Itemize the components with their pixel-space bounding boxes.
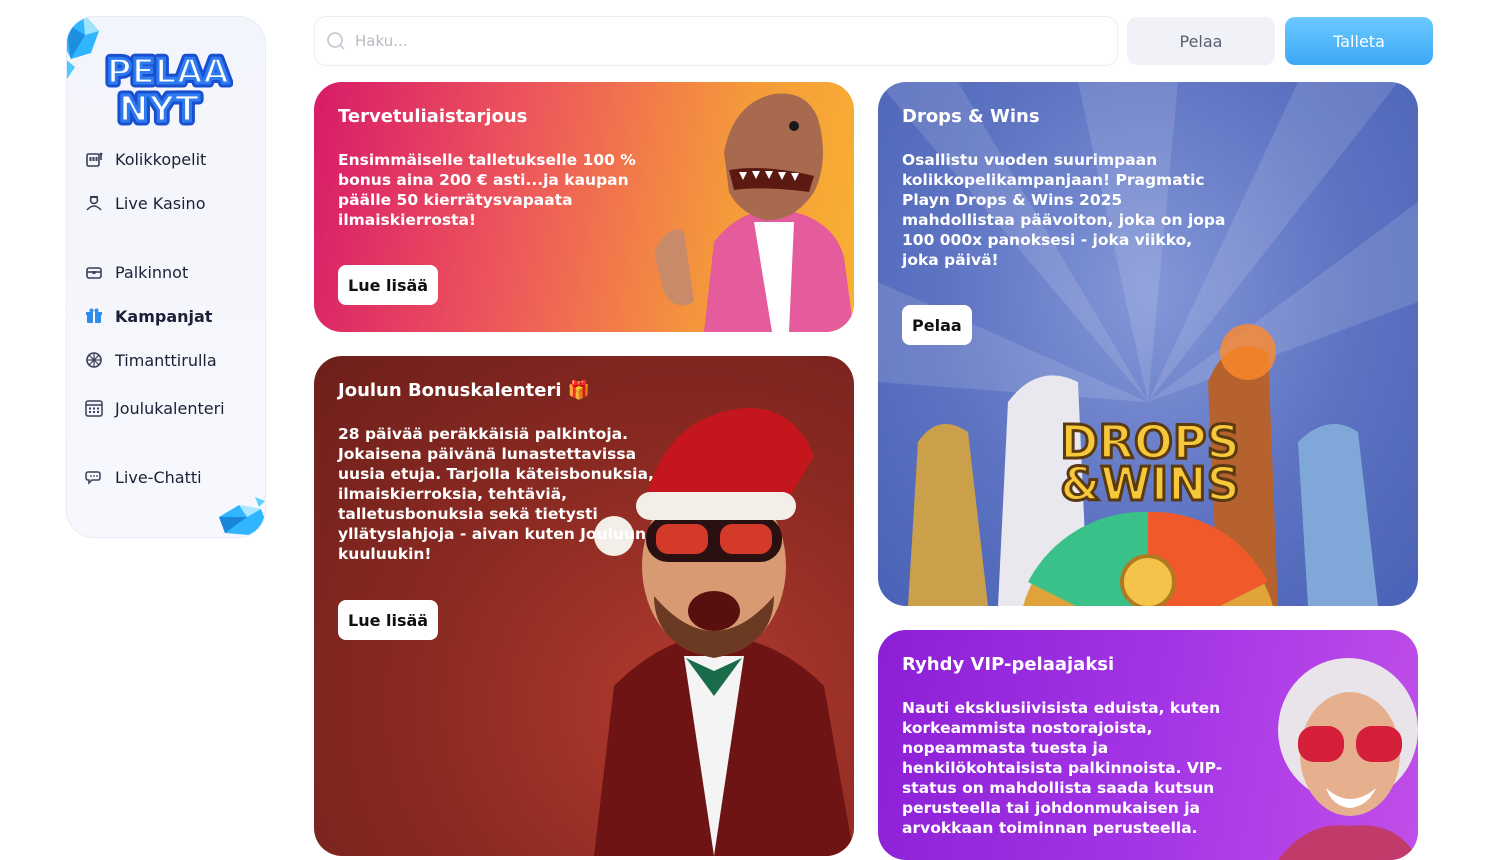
sidebar-item-palkinnot[interactable]: Palkinnot bbox=[83, 259, 188, 285]
sidebar-item-label: Live Kasino bbox=[115, 193, 206, 213]
vip-grandma-image bbox=[1278, 658, 1418, 860]
card-title: Tervetuliaistarjous bbox=[338, 106, 528, 127]
card-description: Ensimmäiselle talletukselle 100 % bonus … bbox=[338, 151, 636, 229]
slot-machine-icon bbox=[83, 148, 105, 170]
card-title: Drops & Wins bbox=[902, 106, 1040, 127]
sidebar-item-timanttirulla[interactable]: Timanttirulla bbox=[83, 347, 217, 373]
svg-text:&WINS: &WINS bbox=[1060, 457, 1240, 511]
sidebar-item-joulukalenteri[interactable]: Joulukalenteri bbox=[83, 395, 225, 421]
promo-card-drops-wins: DROPS &WINS Drops & Wins Osallistu vuode… bbox=[878, 82, 1418, 606]
read-more-button[interactable]: Lue lisää bbox=[338, 265, 439, 305]
card-description: Osallistu vuoden suurimpaan kolikkopelik… bbox=[902, 151, 1226, 269]
diamond-wheel-icon bbox=[83, 349, 105, 371]
crystal-decoration-icon bbox=[67, 17, 99, 79]
chat-bubble-icon bbox=[83, 466, 105, 488]
read-more-button[interactable]: Lue lisää bbox=[338, 600, 439, 640]
promo-card-welcome: Tervetuliaistarjous Ensimmäiselle tallet… bbox=[314, 82, 854, 332]
card-title: Ryhdy VIP-pelaajaksi bbox=[902, 654, 1115, 675]
dinosaur-character-image bbox=[654, 93, 854, 332]
card-description: 28 päivää peräkkäisiä palkintoja. Jokais… bbox=[338, 425, 654, 563]
search-icon bbox=[327, 32, 345, 50]
card-description: Nauti eksklusiivisista eduista, kuten ko… bbox=[902, 699, 1223, 837]
svg-text:NYT: NYT bbox=[119, 89, 200, 130]
crystal-decoration-icon bbox=[219, 497, 265, 535]
promo-card-vip: Ryhdy VIP-pelaajaksi Nauti eksklusiivisi… bbox=[878, 630, 1418, 860]
svg-text:PELAA: PELAA bbox=[107, 52, 230, 92]
sidebar-item-live-chatti[interactable]: Live-Chatti bbox=[83, 464, 202, 490]
sidebar-item-label: Joulukalenteri bbox=[115, 398, 225, 418]
card-title: Joulun Bonuskalenteri 🎁 bbox=[338, 380, 591, 401]
treasure-chest-icon bbox=[83, 261, 105, 283]
sidebar-item-live-kasino[interactable]: Live Kasino bbox=[83, 190, 205, 216]
play-button[interactable]: Pelaa bbox=[1127, 17, 1275, 65]
sidebar-item-label: Timanttirulla bbox=[115, 350, 217, 370]
sidebar-item-label: Kolikkopelit bbox=[115, 149, 207, 169]
play-now-button[interactable]: Pelaa bbox=[902, 305, 972, 345]
search-input[interactable] bbox=[355, 32, 1055, 50]
sidebar-item-kampanjat[interactable]: Kampanjat bbox=[83, 303, 212, 329]
sidebar-item-label: Kampanjat bbox=[115, 306, 213, 326]
sidebar-item-label: Live-Chatti bbox=[115, 467, 202, 487]
calendar-icon bbox=[83, 397, 105, 419]
promo-card-christmas-calendar: Joulun Bonuskalenteri 🎁 28 päivää peräkk… bbox=[314, 356, 854, 856]
sidebar: PELAA PELAA NYT NYT Kolikkopelit Live Ka… bbox=[66, 16, 266, 538]
live-dealer-icon bbox=[83, 192, 105, 214]
pelaa-nyt-logo[interactable]: PELAA PELAA NYT NYT bbox=[103, 41, 233, 132]
search-bar[interactable] bbox=[314, 16, 1118, 66]
sidebar-item-label: Palkinnot bbox=[115, 262, 189, 282]
deposit-button[interactable]: Talleta bbox=[1285, 17, 1433, 65]
sidebar-item-kolikkopelit[interactable]: Kolikkopelit bbox=[83, 146, 206, 172]
gift-icon bbox=[83, 305, 105, 327]
